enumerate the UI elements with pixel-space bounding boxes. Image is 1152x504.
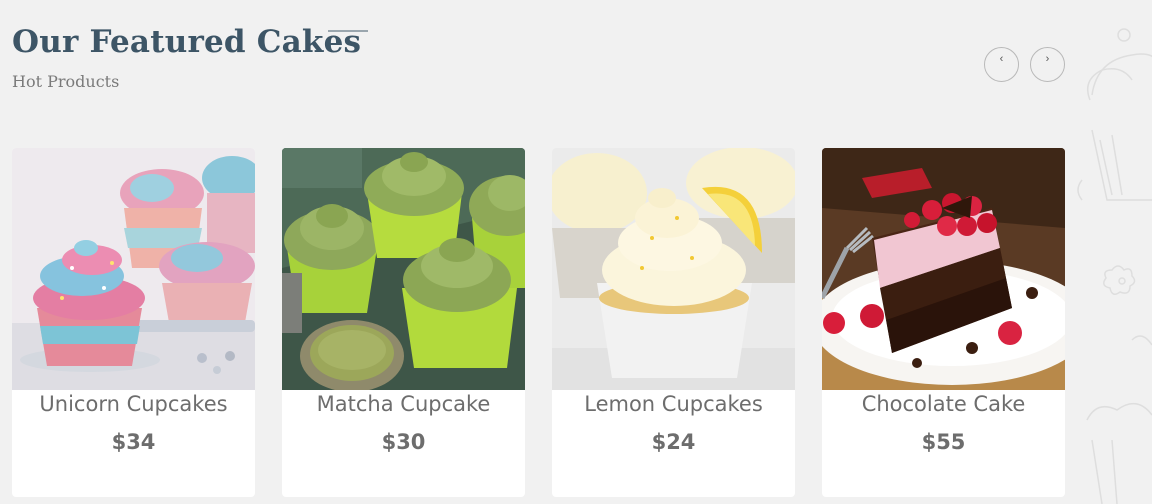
prev-button[interactable]: ‹ xyxy=(984,47,1019,82)
product-grid: Unicorn Cupcakes $34 Matcha Cupcake $30 … xyxy=(12,148,1065,497)
chevron-left-icon: ‹ xyxy=(999,53,1004,65)
unicorn-cupcakes-image[interactable] xyxy=(12,148,255,390)
product-name[interactable]: Matcha Cupcake xyxy=(282,392,525,416)
product-name[interactable]: Unicorn Cupcakes xyxy=(12,392,255,416)
section-subtitle: Hot Products xyxy=(12,72,120,91)
lemon-cupcakes-image[interactable] xyxy=(552,148,795,390)
product-price: $24 xyxy=(651,430,696,454)
product-name[interactable]: Lemon Cupcakes xyxy=(552,392,795,416)
product-price: $30 xyxy=(381,430,426,454)
product-card[interactable]: Lemon Cupcakes $24 xyxy=(552,148,795,497)
product-card[interactable]: Chocolate Cake $55 xyxy=(822,148,1065,497)
matcha-cupcake-image[interactable] xyxy=(282,148,525,390)
chevron-right-icon: › xyxy=(1045,53,1050,65)
product-price: $34 xyxy=(111,430,156,454)
chocolate-cake-image[interactable] xyxy=(822,148,1065,390)
page-title: Our Featured Cakes xyxy=(12,24,362,60)
section-header: Our Featured Cakes Hot Products xyxy=(12,24,361,91)
next-button[interactable]: › xyxy=(1030,47,1065,82)
product-price: $55 xyxy=(921,430,966,454)
cupcake-doodle-decoration xyxy=(1077,28,1152,504)
title-underline xyxy=(328,30,368,32)
product-card[interactable]: Unicorn Cupcakes $34 xyxy=(12,148,255,497)
product-card[interactable]: Matcha Cupcake $30 xyxy=(282,148,525,497)
product-name[interactable]: Chocolate Cake xyxy=(822,392,1065,416)
carousel-nav: ‹ › xyxy=(984,47,1065,82)
